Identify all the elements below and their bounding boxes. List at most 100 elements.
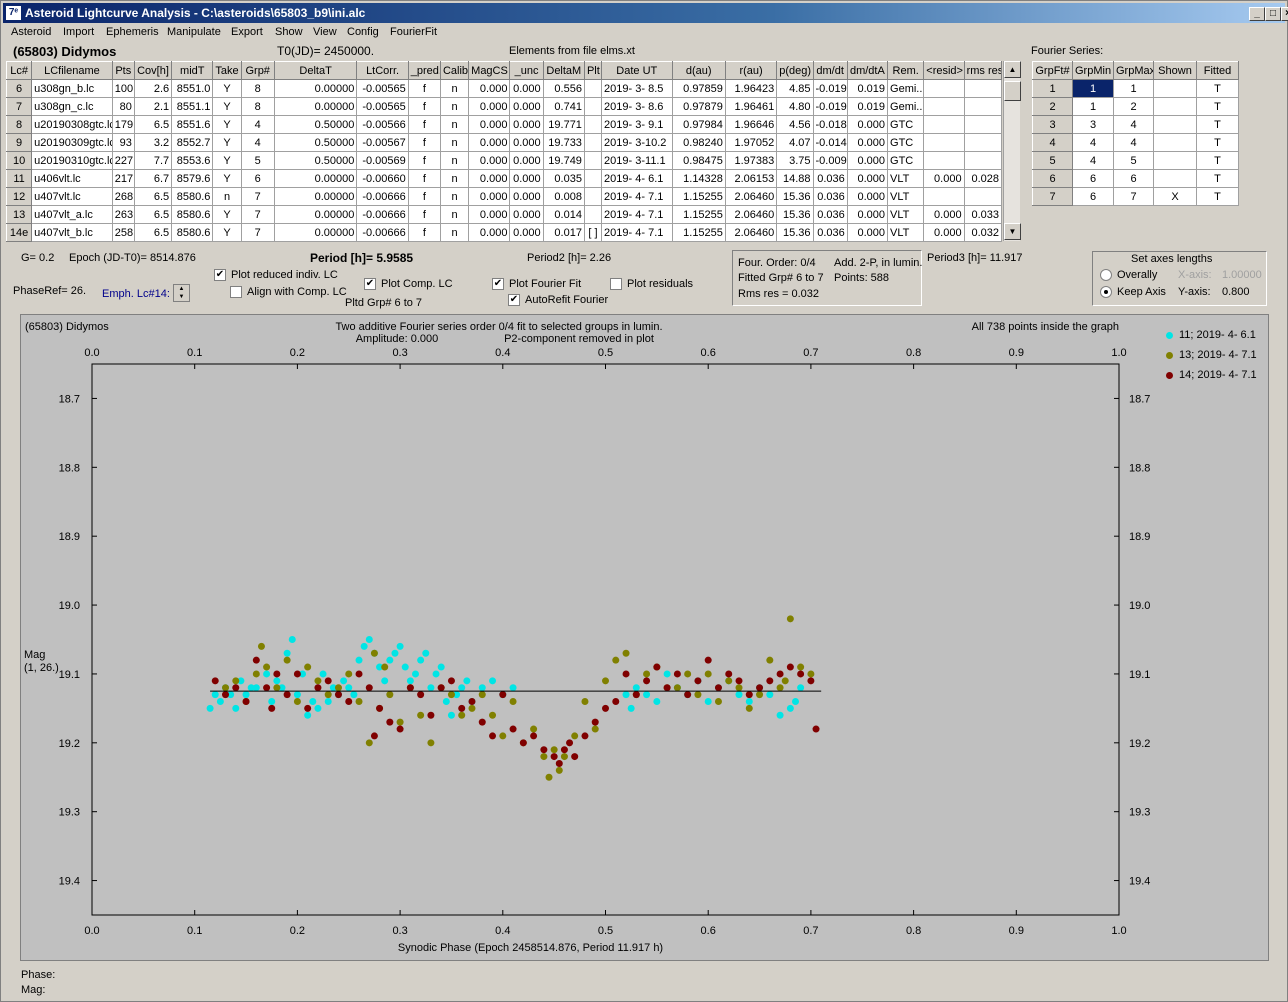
table-cell[interactable]: 7 xyxy=(1113,187,1154,206)
table-cell[interactable]: 0.00000 xyxy=(273,97,358,116)
row-header[interactable]: 6 xyxy=(1032,169,1073,188)
table-cell[interactable]: Y xyxy=(212,97,242,116)
table-cell[interactable]: 0.556 xyxy=(542,79,585,98)
fourier-column-header[interactable]: Shown xyxy=(1153,61,1197,80)
table-row[interactable]: 12 u407vlt.lc 268 6.5 8580.6 n 7 0.00000 -0.0066… xyxy=(5,187,1003,206)
table-cell[interactable]: u20190310gtc.lc xyxy=(31,151,113,170)
table-cell[interactable]: f xyxy=(407,133,441,152)
table-cell[interactable]: -0.019 xyxy=(812,79,848,98)
row-header[interactable]: 11 xyxy=(5,169,33,188)
lc-column-header[interactable]: _unc xyxy=(509,61,544,80)
table-cell[interactable]: f xyxy=(407,205,441,224)
lc-column-header[interactable]: Rem. xyxy=(887,61,925,80)
table-cell[interactable]: 258 xyxy=(111,223,135,242)
row-header[interactable]: 6 xyxy=(5,79,33,98)
table-cell[interactable]: VLT xyxy=(887,205,925,224)
table-cell[interactable]: 8552.7 xyxy=(171,133,214,152)
table-cell[interactable]: f xyxy=(407,115,441,134)
table-cell[interactable]: 6.5 xyxy=(133,205,173,224)
table-cell[interactable]: 2019- 4- 7.1 xyxy=(601,187,673,206)
table-cell[interactable]: T xyxy=(1196,187,1239,206)
app-icon[interactable]: 7ᵉ xyxy=(6,6,21,20)
lc-column-header[interactable]: Grp# xyxy=(240,61,275,80)
table-cell[interactable]: 93 xyxy=(111,133,135,152)
table-cell[interactable]: 0.000 xyxy=(509,79,544,98)
plot-comp-checkbox[interactable]: ✔ Plot Comp. LC xyxy=(364,278,453,291)
table-cell[interactable]: 8 xyxy=(240,97,275,116)
table-cell[interactable]: 3 xyxy=(1072,115,1114,134)
row-header[interactable]: 14e xyxy=(5,223,33,242)
table-cell[interactable]: 1.14328 xyxy=(671,169,726,188)
table-cell[interactable]: 19.749 xyxy=(542,151,585,170)
table-cell[interactable]: 0.000 xyxy=(509,151,544,170)
table-cell[interactable]: 0.000 xyxy=(846,205,889,224)
lc-column-header[interactable]: midT xyxy=(171,61,214,80)
table-cell[interactable]: 2019- 3-11.1 xyxy=(601,151,673,170)
lc-column-header[interactable]: r(au) xyxy=(724,61,778,80)
table-cell[interactable]: u407vlt_b.lc xyxy=(31,223,113,242)
lc-column-header[interactable]: _pred. xyxy=(407,61,441,80)
lightcurve-table[interactable]: Lc# LCfilename Pts Cov[h] midT Take Grp# DeltaT… xyxy=(5,61,1003,242)
row-header[interactable]: 7 xyxy=(1032,187,1073,206)
table-cell[interactable]: u407vlt_a.lc xyxy=(31,205,113,224)
lc-column-header[interactable]: Lc# xyxy=(5,61,33,80)
table-cell[interactable]: f xyxy=(407,151,441,170)
table-cell[interactable]: 0.000 xyxy=(468,169,511,188)
lc-column-header[interactable]: d(au) xyxy=(671,61,726,80)
table-cell[interactable]: [ ] xyxy=(583,223,603,242)
table-cell[interactable]: 0.000 xyxy=(846,223,889,242)
table-cell[interactable] xyxy=(583,133,603,152)
period-value[interactable]: Period [h]= 5.9585 xyxy=(310,251,413,265)
lc-column-header[interactable]: dm/dt xyxy=(812,61,848,80)
table-cell[interactable]: T xyxy=(1196,115,1239,134)
table-cell[interactable]: 4 xyxy=(240,115,275,134)
row-header[interactable]: 1 xyxy=(1032,79,1073,98)
table-cell[interactable]: 6.5 xyxy=(133,223,173,242)
table-cell[interactable]: 4.85 xyxy=(776,79,814,98)
table-cell[interactable]: -0.00565 xyxy=(356,79,409,98)
lc-column-header[interactable]: Cov[h] xyxy=(133,61,173,80)
table-cell[interactable]: 1.96646 xyxy=(724,115,778,134)
table-cell[interactable] xyxy=(963,79,1003,98)
table-cell[interactable] xyxy=(583,169,603,188)
lc-column-header[interactable]: LCfilename xyxy=(31,61,113,80)
emph-lc-spinner[interactable]: ▲ ▼ xyxy=(173,284,190,302)
table-cell[interactable]: 0.036 xyxy=(812,223,848,242)
menu-import[interactable]: Import xyxy=(63,26,94,38)
table-cell[interactable]: 0.000 xyxy=(846,115,889,134)
plot-reduced-checkbox[interactable]: ✔ Plot reduced indiv. LC xyxy=(214,269,338,282)
table-row[interactable]: 444T xyxy=(1032,133,1239,152)
table-cell[interactable]: 227 xyxy=(111,151,135,170)
table-cell[interactable]: 4 xyxy=(1113,133,1154,152)
table-cell[interactable]: 15.36 xyxy=(776,223,814,242)
table-cell[interactable]: 2 xyxy=(1113,97,1154,116)
table-cell[interactable]: -0.00567 xyxy=(356,133,409,152)
lc-column-header[interactable]: MagCS xyxy=(468,61,511,80)
table-cell[interactable]: 0.00000 xyxy=(273,187,358,206)
epoch-value[interactable]: Epoch (JD-T0)= 8514.876 xyxy=(69,252,196,264)
table-cell[interactable]: n xyxy=(439,205,470,224)
table-cell[interactable]: 15.36 xyxy=(776,187,814,206)
table-row[interactable]: 212 T xyxy=(1032,97,1239,116)
table-row[interactable]: 666T xyxy=(1032,169,1239,188)
table-cell[interactable] xyxy=(583,187,603,206)
table-cell[interactable]: GTC xyxy=(887,151,925,170)
table-cell[interactable]: Y xyxy=(212,79,242,98)
table-row[interactable]: 7 u308gn_c.lc 80 2.1 8551.1 Y 8 0.00000 -0.00565… xyxy=(5,97,1003,116)
table-cell[interactable]: 0.017 xyxy=(542,223,585,242)
lc-column-header[interactable]: DeltaT xyxy=(273,61,358,80)
minimize-button[interactable]: _ xyxy=(1249,7,1265,21)
table-cell[interactable]: 0.000 xyxy=(509,115,544,134)
table-cell[interactable]: 7 xyxy=(240,223,275,242)
row-header[interactable]: 3 xyxy=(1032,115,1073,134)
table-cell[interactable]: 2019- 3- 8.6 xyxy=(601,97,673,116)
x-axis-value[interactable]: 1.00000 xyxy=(1222,269,1262,281)
table-cell[interactable]: 0.036 xyxy=(812,169,848,188)
table-cell[interactable]: 6.5 xyxy=(133,187,173,206)
table-cell[interactable]: GTC xyxy=(887,133,925,152)
plot-residuals-checkbox[interactable]: Plot residuals xyxy=(610,278,693,291)
table-cell[interactable] xyxy=(1153,115,1197,134)
fourier-series-table[interactable]: GrpFt# GrpMin GrpMax Shown Fitted 111T212T33… xyxy=(1032,61,1239,206)
table-cell[interactable]: 0.00000 xyxy=(273,169,358,188)
table-cell[interactable]: 263 xyxy=(111,205,135,224)
